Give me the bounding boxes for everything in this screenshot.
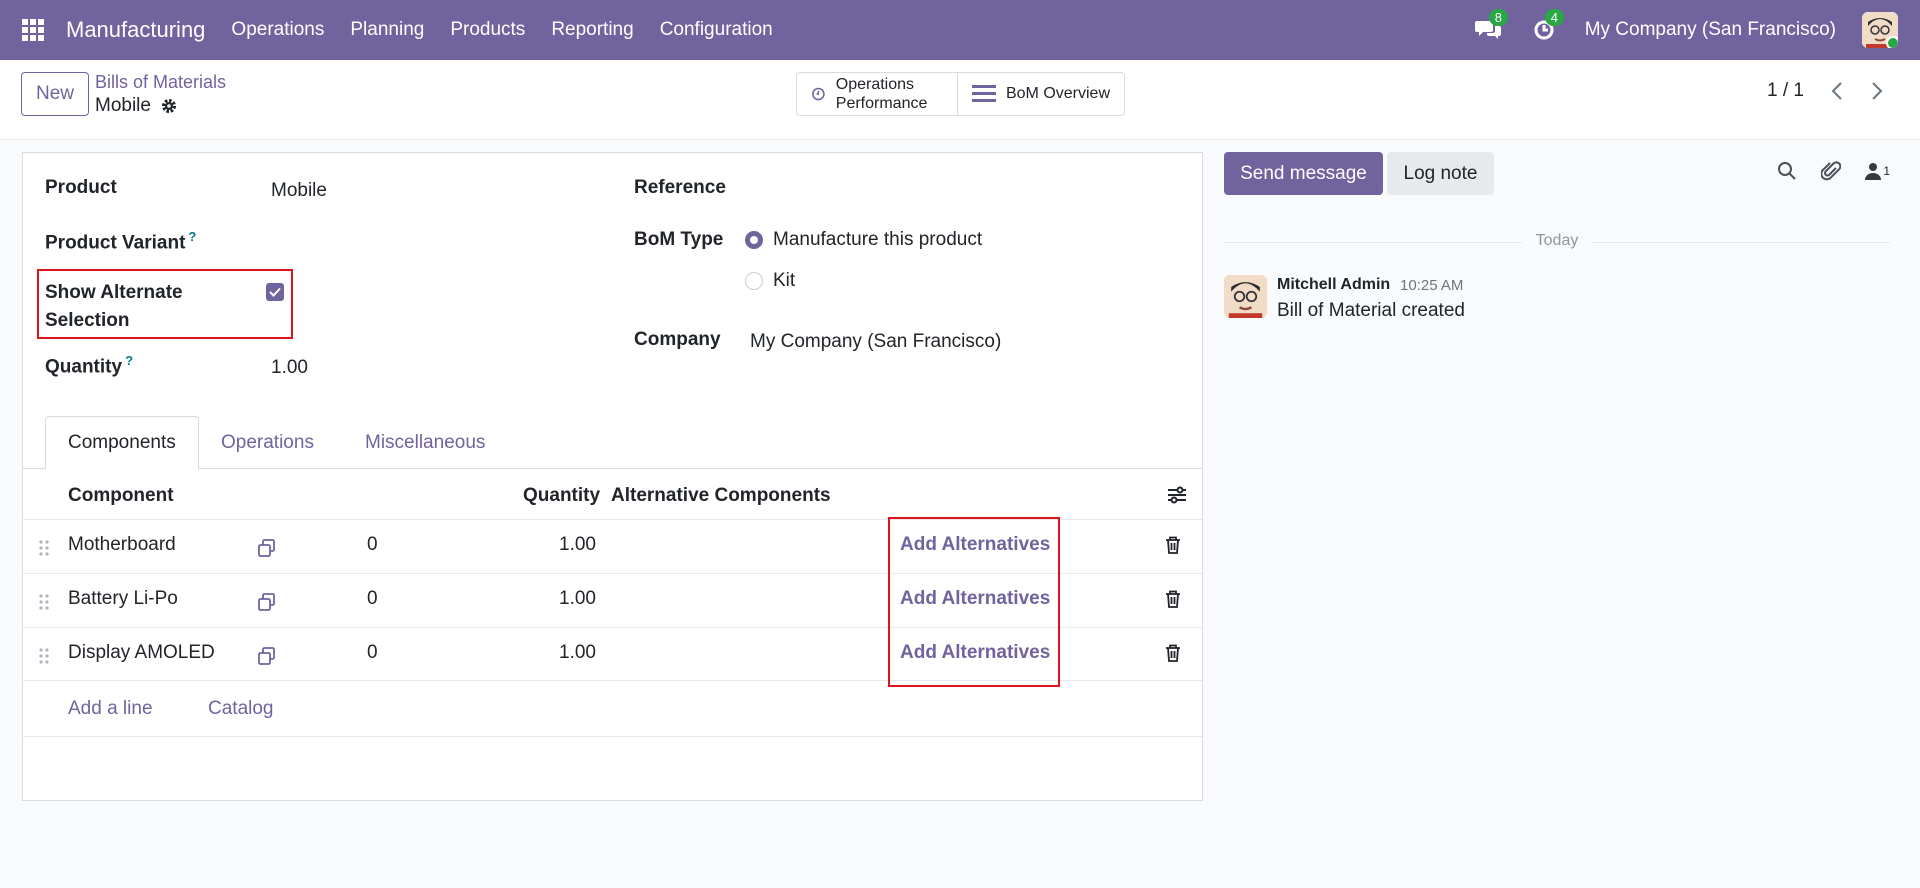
bom-overview-label: BoM Overview	[1005, 85, 1111, 102]
component-name[interactable]: Battery Li-Po	[68, 588, 178, 610]
show-alternate-selection-checkbox[interactable]	[266, 283, 284, 301]
activities-button[interactable]: 4	[1529, 9, 1564, 45]
component-count: 0	[367, 642, 378, 663]
messages-badge: 8	[1488, 9, 1508, 26]
date-separator: Today	[1224, 232, 1890, 250]
component-name[interactable]: Motherboard	[68, 534, 176, 556]
trash-icon[interactable]	[1165, 644, 1181, 663]
company-label: Company	[634, 329, 721, 350]
menu-planning[interactable]: Planning	[350, 19, 424, 41]
control-panel: New Bills of Materials Mobile Operations…	[0, 60, 1920, 140]
column-quantity[interactable]: Quantity	[523, 485, 600, 507]
radio-manufacture-label[interactable]: Manufacture this product	[773, 229, 982, 251]
form-sheet: Product Mobile Product Variant? Show Alt…	[22, 152, 1203, 801]
notebook-tabs: Components Operations Miscellaneous	[23, 416, 1202, 470]
company-field[interactable]: My Company (San Francisco)	[750, 331, 1001, 353]
component-count: 0	[367, 588, 378, 609]
help-icon[interactable]: ?	[125, 353, 133, 368]
drag-handle-icon[interactable]	[39, 593, 49, 611]
catalog-link[interactable]: Catalog	[208, 698, 274, 720]
user-icon	[1865, 163, 1882, 180]
tab-miscellaneous[interactable]: Miscellaneous	[343, 416, 507, 469]
record-name: Mobile	[95, 95, 151, 116]
log-note-button[interactable]: Log note	[1387, 152, 1494, 195]
copy-icon[interactable]	[257, 592, 277, 612]
gear-icon[interactable]	[161, 98, 177, 114]
radio-manufacture[interactable]	[745, 231, 763, 249]
breadcrumb-current: Mobile	[95, 95, 177, 117]
column-alternative-components[interactable]: Alternative Components	[611, 485, 831, 507]
online-status-dot	[1886, 36, 1898, 48]
copy-icon[interactable]	[257, 646, 277, 666]
copy-icon[interactable]	[257, 538, 277, 558]
message-body: Bill of Material created	[1277, 300, 1465, 321]
messages-button[interactable]: 8	[1473, 9, 1508, 45]
component-quantity[interactable]: 1.00	[559, 588, 596, 610]
check-icon	[269, 287, 281, 297]
chevron-left-icon[interactable]	[1830, 81, 1844, 101]
operations-performance-button[interactable]: Operations Performance	[797, 73, 957, 115]
bom-type-label: BoM Type	[634, 229, 724, 250]
product-variant-label: Product Variant?	[45, 229, 197, 254]
menu-products[interactable]: Products	[450, 19, 525, 41]
add-a-line-link[interactable]: Add a line	[68, 698, 153, 720]
company-switcher[interactable]: My Company (San Francisco)	[1585, 19, 1836, 41]
column-component[interactable]: Component	[68, 485, 174, 507]
app-title[interactable]: Manufacturing	[66, 17, 205, 43]
message-time: 10:25 AM	[1400, 277, 1464, 294]
chevron-right-icon[interactable]	[1870, 81, 1884, 101]
menu-operations[interactable]: Operations	[231, 19, 324, 41]
component-name[interactable]: Display AMOLED	[68, 642, 215, 664]
product-field[interactable]: Mobile	[271, 180, 327, 202]
clock-icon	[812, 87, 825, 101]
activities-badge: 4	[1544, 9, 1564, 26]
help-icon[interactable]: ?	[188, 229, 196, 244]
menu-configuration[interactable]: Configuration	[660, 19, 773, 41]
bom-overview-button[interactable]: BoM Overview	[956, 73, 1124, 115]
pager: 1 / 1	[1767, 80, 1884, 102]
send-message-button[interactable]: Send message	[1224, 152, 1383, 195]
product-label: Product	[45, 177, 117, 198]
quantity-field[interactable]: 1.00	[271, 357, 308, 379]
quantity-label: Quantity?	[45, 353, 134, 378]
show-alternate-selection-label: Show Alternate Selection	[45, 282, 183, 331]
followers-count: 1	[1883, 164, 1890, 178]
drag-handle-icon[interactable]	[39, 647, 49, 665]
component-quantity[interactable]: 1.00	[559, 534, 596, 556]
menu-reporting[interactable]: Reporting	[551, 19, 633, 41]
top-menu: Operations Planning Products Reporting C…	[231, 19, 772, 41]
tab-components[interactable]: Components	[45, 416, 199, 470]
reference-label: Reference	[634, 177, 726, 198]
component-quantity[interactable]: 1.00	[559, 642, 596, 664]
user-avatar[interactable]	[1862, 12, 1898, 48]
component-count: 0	[367, 534, 378, 555]
search-icon[interactable]	[1777, 161, 1797, 181]
message-author[interactable]: Mitchell Admin	[1277, 276, 1390, 294]
operations-performance-label: Operations Performance	[835, 76, 928, 112]
radio-kit-label[interactable]: Kit	[773, 270, 795, 292]
column-settings-icon[interactable]	[1167, 485, 1187, 505]
breadcrumb-bills-of-materials[interactable]: Bills of Materials	[95, 72, 226, 93]
systray: 8 4 My Company (San Francisco)	[1473, 0, 1898, 60]
followers-button[interactable]: 1	[1865, 162, 1890, 180]
drag-handle-icon[interactable]	[39, 539, 49, 557]
trash-icon[interactable]	[1165, 590, 1181, 609]
apps-menu-icon[interactable]	[0, 0, 66, 60]
tab-operations[interactable]: Operations	[199, 416, 336, 469]
highlight-box-add-alternatives	[888, 517, 1060, 687]
smart-buttons: Operations Performance BoM Overview	[796, 72, 1125, 116]
trash-icon[interactable]	[1165, 536, 1181, 555]
divider	[23, 736, 1202, 737]
author-avatar[interactable]	[1224, 275, 1267, 318]
top-navbar: Manufacturing Operations Planning Produc…	[0, 0, 1920, 60]
pager-value[interactable]: 1 / 1	[1767, 80, 1804, 102]
list-icon	[971, 85, 996, 102]
paperclip-icon[interactable]	[1821, 160, 1842, 182]
new-button[interactable]: New	[21, 72, 89, 116]
chatter-toolbar: 1	[1777, 160, 1890, 182]
radio-kit[interactable]	[745, 272, 763, 290]
